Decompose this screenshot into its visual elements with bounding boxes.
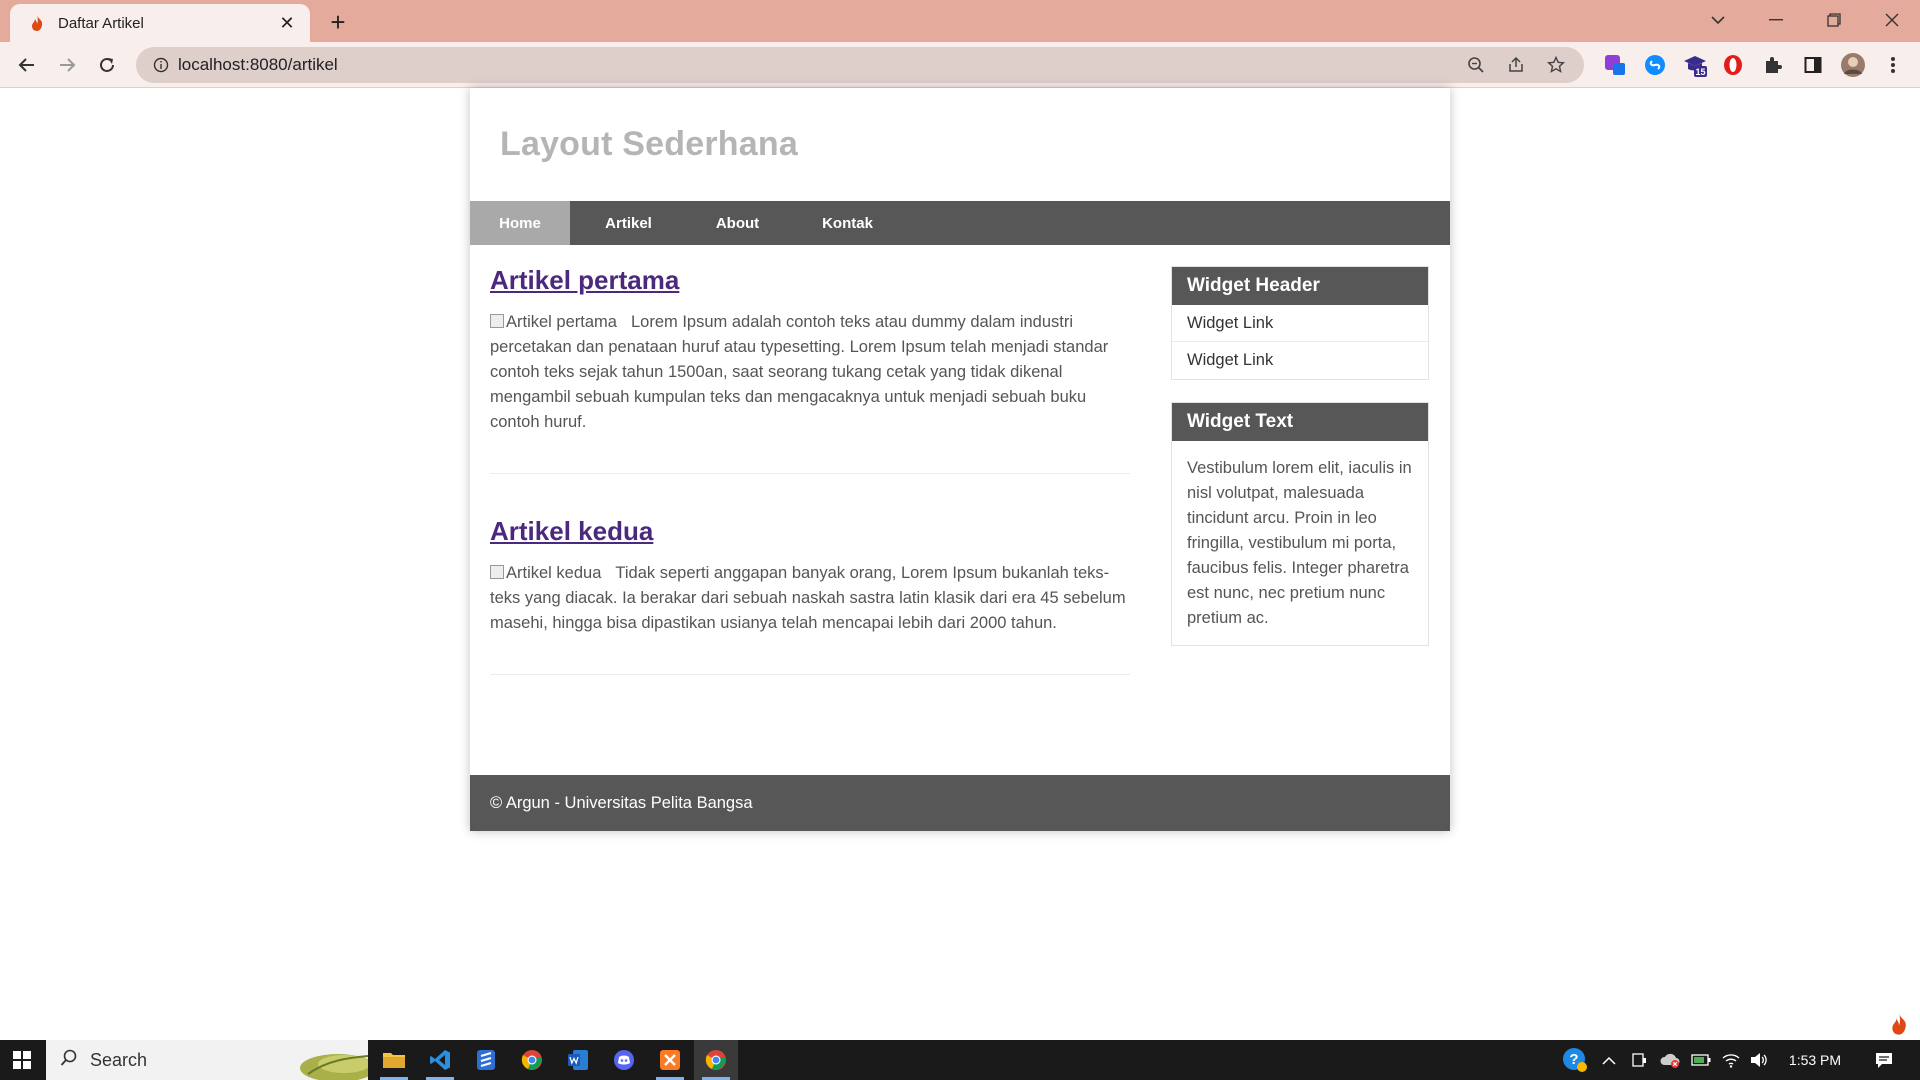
side-panel-icon[interactable] [1797, 49, 1829, 81]
wifi-icon[interactable] [1718, 1040, 1744, 1080]
word-icon[interactable] [556, 1040, 600, 1080]
broken-image-icon [490, 314, 504, 328]
article-item: Artikel pertama Artikel pertama Lorem Ips… [490, 265, 1130, 474]
share-icon[interactable] [1500, 49, 1532, 81]
article-image: Artikel kedua [490, 564, 601, 582]
widget-link[interactable]: Widget Link [1172, 342, 1428, 379]
extension-puzzle-color-icon[interactable] [1599, 49, 1631, 81]
svg-text:?: ? [1569, 1051, 1578, 1068]
notifications-icon[interactable] [1864, 1040, 1904, 1080]
chrome-icon[interactable] [510, 1040, 554, 1080]
reload-icon[interactable] [91, 49, 123, 81]
article-image: Artikel pertama [490, 313, 617, 331]
site-header: Layout Sederhana [470, 88, 1450, 201]
opera-extension-icon[interactable] [1717, 49, 1749, 81]
article-body: Artikel kedua Tidak seperti anggapan bany… [490, 561, 1130, 636]
codeigniter-flame-icon [26, 12, 48, 34]
page-container: Layout Sederhana Home Artikel About Kont… [470, 88, 1450, 831]
nav-kontak[interactable]: Kontak [788, 201, 907, 245]
tab-search-chevron-icon[interactable] [1690, 0, 1746, 40]
tab-title: Daftar Artikel [58, 14, 144, 32]
browser-toolbar: localhost:8080/artikel 15 [0, 42, 1920, 88]
search-highlight-leaf-icon [300, 1054, 368, 1080]
battery-icon[interactable] [1688, 1040, 1714, 1080]
url-text[interactable]: localhost:8080/artikel [178, 55, 338, 75]
show-hidden-icons-chevron-icon[interactable] [1596, 1040, 1622, 1080]
widget-text-body: Vestibulum lorem elit, iaculis in nisl v… [1187, 459, 1412, 627]
close-window-icon[interactable] [1864, 0, 1920, 40]
article-heading: Artikel pertama [490, 265, 1130, 296]
windows-start-icon[interactable] [0, 1040, 44, 1080]
article-title-link[interactable]: Artikel kedua [490, 516, 653, 546]
meet-now-icon[interactable] [1626, 1040, 1652, 1080]
vscode-icon[interactable] [418, 1040, 462, 1080]
article-list: Artikel pertama Artikel pertama Lorem Ips… [490, 265, 1130, 717]
profile-avatar[interactable] [1837, 49, 1869, 81]
xampp-icon[interactable] [648, 1040, 692, 1080]
sidebar: Widget Header Widget Link Widget Link Wi… [1171, 266, 1429, 668]
minimize-window-icon[interactable] [1748, 0, 1804, 40]
browser-tab-strip: Daftar Artikel ✕ + [0, 0, 1920, 42]
chrome-active-icon[interactable] [694, 1040, 738, 1080]
zoom-icon[interactable] [1460, 49, 1492, 81]
back-arrow-icon[interactable] [11, 49, 43, 81]
taskbar-clock[interactable]: 1:53 PM [1780, 1040, 1850, 1080]
search-label: Search [90, 1049, 148, 1070]
taskbar-search[interactable]: Search [46, 1040, 368, 1080]
graduation-cap-extension-icon[interactable]: 15 [1679, 49, 1711, 81]
widget-link[interactable]: Widget Link [1172, 305, 1428, 342]
discord-icon[interactable] [602, 1040, 646, 1080]
address-bar[interactable]: localhost:8080/artikel [136, 47, 1584, 83]
extension-badge: 15 [1695, 67, 1705, 77]
file-explorer-icon[interactable] [372, 1040, 416, 1080]
browser-menu-kebab-icon[interactable] [1877, 49, 1909, 81]
nav-about[interactable]: About [687, 201, 788, 245]
onedrive-error-icon[interactable] [1656, 1040, 1684, 1080]
broken-image-icon [490, 565, 504, 579]
codeigniter-toolbar-icon[interactable] [1888, 1012, 1912, 1036]
extensions-puzzle-icon[interactable] [1757, 49, 1789, 81]
article-heading: Artikel kedua [490, 516, 1130, 547]
site-footer: © Argun - Universitas Pelita Bangsa [470, 775, 1450, 831]
widget-text-box: Widget Text Vestibulum lorem elit, iacul… [1171, 402, 1429, 646]
help-icon[interactable]: ? [1560, 1040, 1590, 1080]
search-icon [60, 1049, 78, 1072]
article-image-alt: Artikel pertama [506, 313, 617, 331]
widget-header-title: Widget Header [1172, 267, 1428, 305]
tab-close-icon[interactable]: ✕ [276, 13, 298, 34]
bookmark-star-icon[interactable] [1540, 49, 1572, 81]
widget-text-title: Widget Text [1172, 403, 1428, 441]
article-body: Artikel pertama Lorem Ipsum adalah contoh… [490, 310, 1130, 435]
shazam-extension-icon[interactable] [1639, 49, 1671, 81]
site-info-icon[interactable] [144, 47, 178, 83]
windows-taskbar: Search ? 1:53 PM [0, 1040, 1920, 1080]
new-tab-button[interactable]: + [322, 6, 354, 38]
article-item: Artikel kedua Artikel kedua Tidak seperti… [490, 516, 1130, 675]
browser-tab-active[interactable]: Daftar Artikel ✕ [10, 4, 310, 42]
volume-icon[interactable] [1746, 1040, 1772, 1080]
sublime-text-icon[interactable] [464, 1040, 508, 1080]
nav-home[interactable]: Home [470, 201, 570, 245]
site-title: Layout Sederhana [500, 125, 798, 163]
widget-links: Widget Header Widget Link Widget Link [1171, 266, 1429, 380]
article-title-link[interactable]: Artikel pertama [490, 265, 679, 295]
article-image-alt: Artikel kedua [506, 564, 602, 582]
nav-artikel[interactable]: Artikel [570, 201, 687, 245]
forward-arrow-icon[interactable] [51, 49, 83, 81]
restore-window-icon[interactable] [1806, 0, 1862, 40]
main-nav: Home Artikel About Kontak [470, 201, 1450, 245]
